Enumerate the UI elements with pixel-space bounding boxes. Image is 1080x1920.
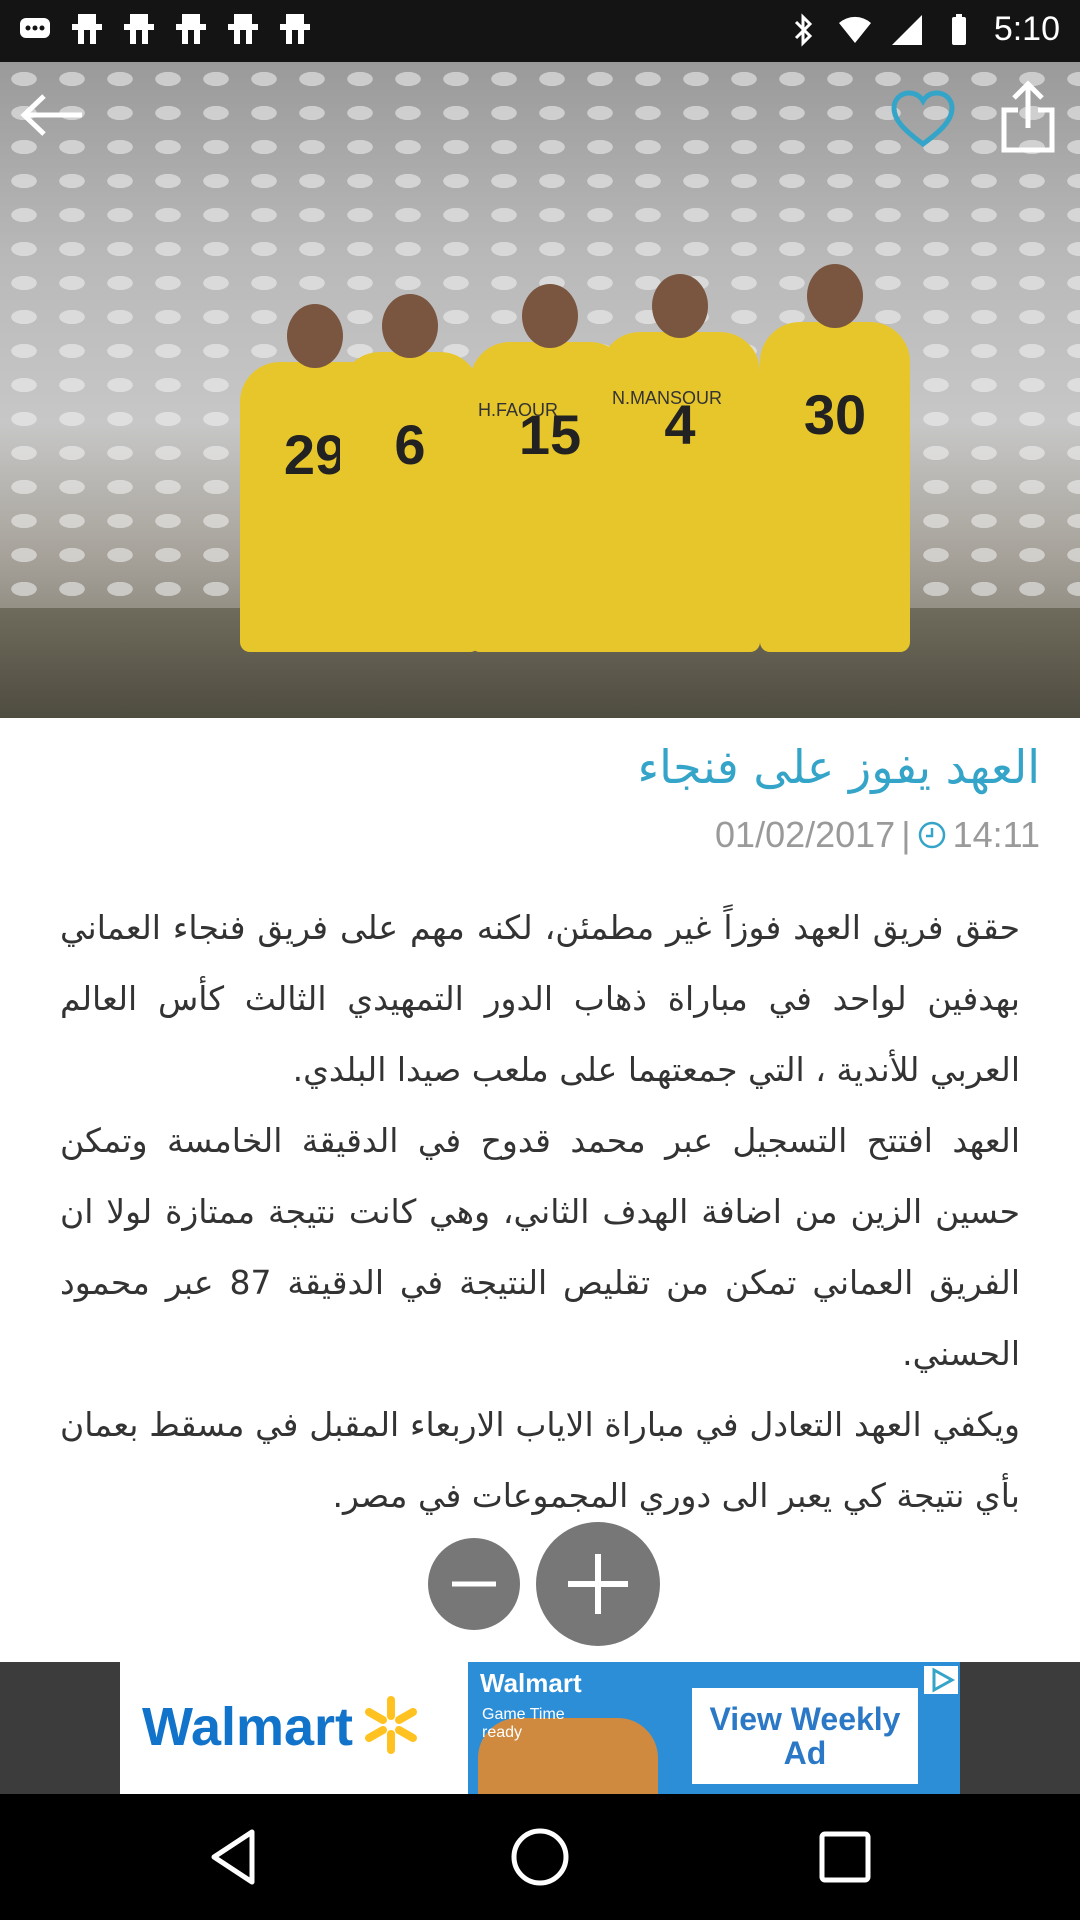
status-bar: 5:10	[0, 0, 1080, 62]
battery-icon	[951, 13, 966, 45]
article-body: حقق فريق العهد فوزاً غير مطمئن، لكنه مهم…	[60, 892, 1020, 1531]
nav-back-button[interactable]	[200, 1822, 270, 1892]
article-paragraph: حقق فريق العهد فوزاً غير مطمئن، لكنه مهم…	[60, 908, 1020, 1089]
share-button[interactable]	[1000, 80, 1056, 154]
article-date: 01/02/2017	[715, 814, 896, 855]
article-time: 14:11	[952, 814, 1040, 855]
ad-choices-icon[interactable]	[924, 1666, 958, 1694]
article-paragraph: ويكفي العهد التعادل في مباراة الاياب الا…	[60, 1405, 1020, 1515]
zoom-out-button[interactable]	[428, 1538, 520, 1630]
walmart-spark-icon	[365, 1696, 417, 1754]
favorite-button[interactable]	[890, 90, 956, 148]
square-recents-icon	[819, 1831, 871, 1883]
clock-icon	[918, 821, 945, 849]
ad-banner[interactable]: Walmart Walmart Game Time ready View Wee…	[0, 1662, 1080, 1794]
wifi-icon	[838, 16, 871, 43]
view-weekly-ad-button[interactable]: View Weekly Ad	[692, 1688, 918, 1784]
article-title: العهد يفوز على فنجاء	[637, 740, 1040, 794]
heart-icon	[891, 90, 955, 148]
player-figure: 30	[760, 264, 910, 652]
article-image: 29 6 15 4 30 H.FAOUR N.MANSOUR	[0, 62, 1080, 718]
navigation-bar	[0, 1794, 1080, 1920]
jersey-name: H.FAOUR	[478, 400, 559, 420]
notification-icon	[228, 14, 258, 44]
minus-icon	[452, 1581, 496, 1587]
share-icon	[1001, 80, 1055, 153]
status-system: 5:10	[786, 10, 1060, 49]
ad-brand: Walmart	[142, 1697, 354, 1757]
jersey-name: N.MANSOUR	[612, 388, 723, 408]
circle-home-icon	[511, 1828, 569, 1886]
messaging-icon	[20, 18, 50, 38]
notification-icon	[280, 14, 310, 44]
article-meta: 01/02/2017 | 14:11	[715, 814, 1040, 856]
ad-content[interactable]: Walmart Walmart Game Time ready View Wee…	[120, 1662, 960, 1794]
notification-icon	[72, 14, 102, 44]
article-paragraph: العهد افتتح التسجيل عبر محمد قدوح في الد…	[60, 1121, 1021, 1373]
plus-icon	[568, 1554, 628, 1614]
ad-banner-brand: Walmart	[480, 1668, 582, 1698]
nav-home-button[interactable]	[505, 1822, 575, 1892]
notification-icon	[176, 14, 206, 44]
triangle-back-icon	[211, 1829, 255, 1885]
arrow-left-icon	[20, 94, 82, 136]
back-button[interactable]	[16, 90, 86, 140]
ad-banner-sub: Game Time ready	[482, 1706, 565, 1741]
player-figure: 6	[340, 294, 480, 652]
player-figure: 4	[600, 274, 760, 652]
bluetooth-icon	[794, 12, 812, 47]
ad-promo[interactable]: Walmart Game Time ready View Weekly Ad	[468, 1662, 960, 1794]
meta-separator: |	[901, 814, 911, 855]
nav-recents-button[interactable]	[810, 1822, 880, 1892]
notification-icon	[124, 14, 154, 44]
status-time: 5:10	[993, 10, 1060, 48]
status-notifications	[18, 12, 312, 46]
zoom-in-button[interactable]	[536, 1522, 660, 1646]
signal-icon	[891, 14, 922, 45]
